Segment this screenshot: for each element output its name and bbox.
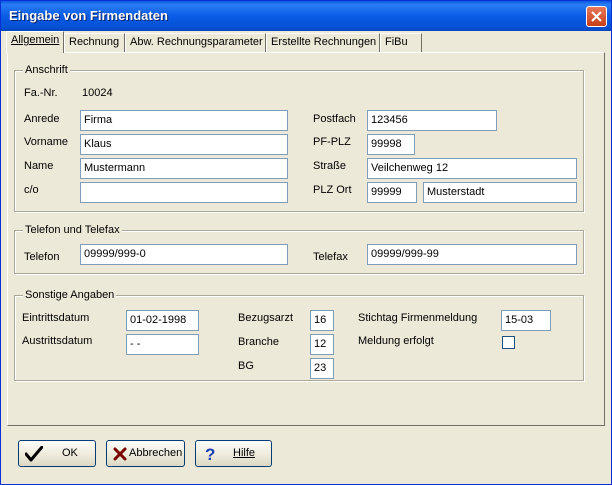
eintritt-field[interactable]: 01-02-1998 (126, 310, 199, 331)
tab-erstellte-rechnungen[interactable]: Erstellte Rechnungen (266, 33, 380, 52)
group-title-anschrift: Anschrift (23, 64, 70, 76)
fa-nr-value: 10024 (82, 87, 113, 99)
vorname-label: Vorname (24, 136, 69, 148)
strasse-label: Straße (313, 160, 347, 172)
ok-button[interactable]: OK (18, 440, 96, 467)
meldung-checkbox[interactable] (502, 336, 515, 349)
vorname-field[interactable]: Klaus (80, 134, 288, 155)
tab-label: FiBu (385, 36, 408, 48)
title-bar[interactable]: Eingabe von Firmendaten (1, 1, 611, 31)
stichtag-field[interactable]: 15-03 (501, 310, 551, 331)
name-field[interactable]: Mustermann (80, 158, 288, 179)
tab-fibu[interactable]: FiBu (380, 33, 422, 52)
ort-field[interactable]: Musterstadt (423, 182, 577, 203)
anrede-field[interactable]: Firma (80, 110, 288, 131)
abbrechen-label: Abbrechen (129, 447, 183, 459)
pfplz-label: PF-PLZ (313, 136, 351, 148)
group-title-telefon: Telefon und Telefax (23, 224, 122, 236)
eintritt-label: Eintrittsdatum (22, 312, 90, 324)
question-icon: ? (205, 445, 215, 463)
pfplz-field[interactable]: 99998 (367, 134, 415, 155)
co-label: c/o (24, 184, 39, 196)
tab-label: Rechnung (69, 36, 120, 48)
tab-abw-rechnungsparameter[interactable]: Abw. Rechnungsparameter (125, 33, 266, 52)
bg-field[interactable]: 23 (310, 358, 334, 379)
postfach-label: Postfach (313, 113, 356, 125)
group-title-sonstige: Sonstige Angaben (23, 289, 117, 301)
telefax-label: Telefax (313, 251, 348, 263)
telefon-label: Telefon (24, 251, 60, 263)
hilfe-button[interactable]: ? Hilfe (195, 440, 272, 467)
hilfe-label: Hilfe (233, 447, 256, 459)
abbrechen-button[interactable]: Abbrechen (106, 440, 185, 467)
fa-nr-label: Fa.-Nr. (24, 87, 58, 99)
bg-label: BG (238, 360, 254, 372)
branche-label: Branche (238, 336, 279, 348)
checkmark-icon (25, 446, 43, 462)
bezugsarzt-label: Bezugsarzt (238, 312, 294, 324)
group-sonstige: Sonstige Angaben (14, 289, 584, 381)
close-icon (591, 11, 602, 22)
tab-label: Abw. Rechnungsparameter (130, 36, 263, 48)
austritt-field[interactable]: - - (126, 334, 199, 355)
tab-allgemein[interactable]: Allgemein (6, 31, 64, 53)
postfach-field[interactable]: 123456 (367, 110, 497, 131)
x-cancel-icon (113, 447, 127, 461)
anrede-label: Anrede (24, 113, 60, 125)
ok-label: OK (62, 447, 78, 459)
svg-text:?: ? (205, 445, 215, 463)
strasse-field[interactable]: Veilchenweg 12 (367, 158, 577, 179)
close-button[interactable] (586, 6, 607, 27)
bezugsarzt-field[interactable]: 16 (310, 310, 334, 331)
meldung-label: Meldung erfolgt (358, 335, 434, 347)
tab-label: Allgemein (11, 34, 60, 46)
window-title: Eingabe von Firmendaten (9, 8, 168, 23)
tab-label: Erstellte Rechnungen (271, 36, 377, 48)
name-label: Name (24, 160, 54, 172)
plz-field[interactable]: 99999 (367, 182, 417, 203)
telefon-field[interactable]: 09999/999-0 (80, 244, 288, 265)
telefax-field[interactable]: 09999/999-99 (367, 244, 577, 265)
co-field[interactable] (80, 182, 288, 203)
branche-field[interactable]: 12 (310, 334, 334, 355)
plzort-label: PLZ Ort (313, 184, 352, 196)
austritt-label: Austrittsdatum (22, 335, 93, 347)
dialog-window: Eingabe von Firmendaten Allgemein Rechnu… (0, 0, 612, 485)
stichtag-label: Stichtag Firmenmeldung (358, 312, 478, 324)
tab-rechnung[interactable]: Rechnung (64, 33, 125, 52)
